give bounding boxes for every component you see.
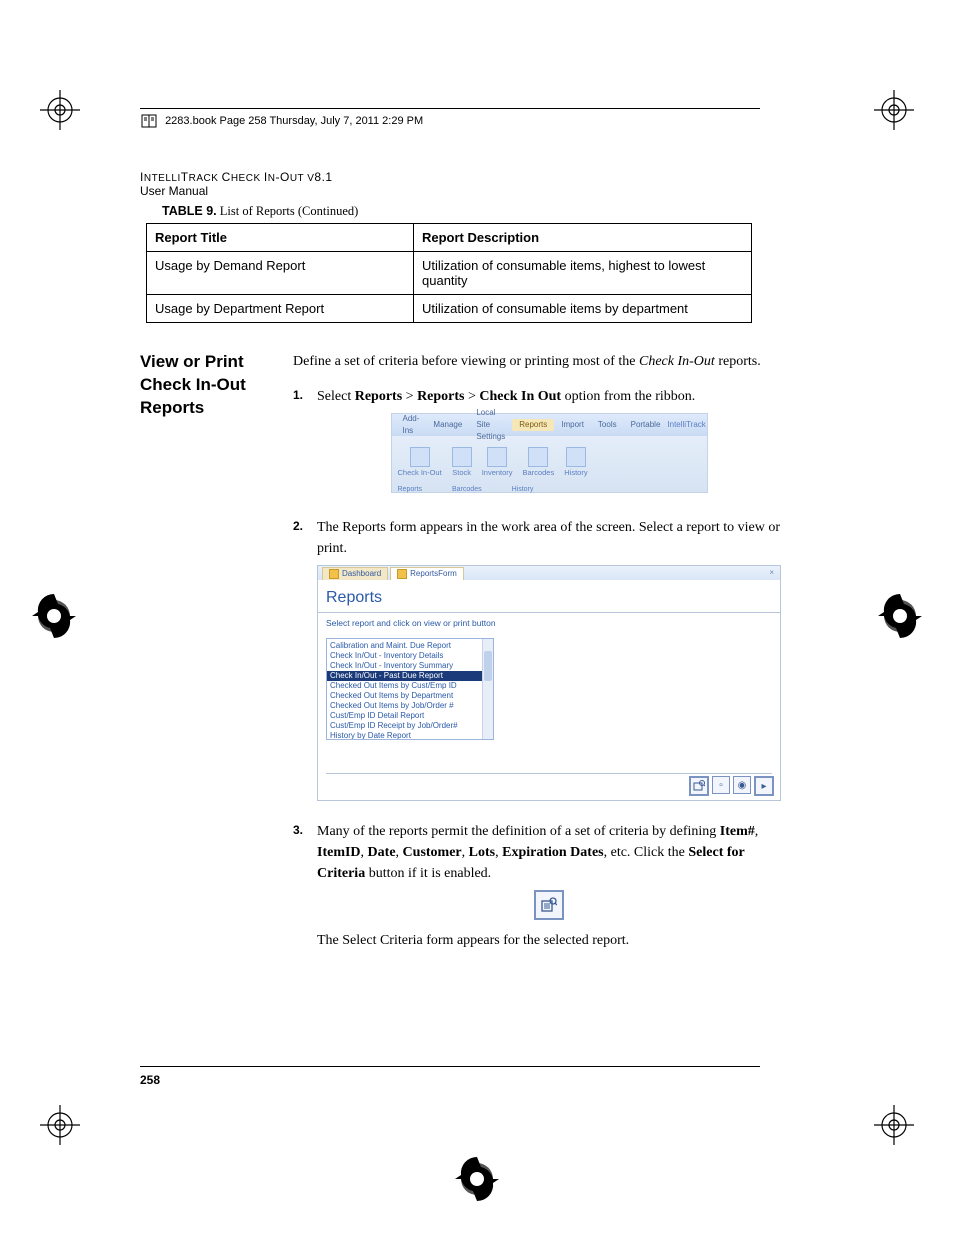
table-row: Usage by Demand Report Utilization of co… — [147, 252, 752, 295]
table-caption: TABLE 9. List of Reports (Continued) — [162, 204, 760, 219]
book-header-text: 2283.book Page 258 Thursday, July 7, 201… — [165, 115, 423, 127]
step-number: 2. — [293, 517, 307, 811]
list-item: Calibration and Maint. Due Report — [330, 641, 490, 651]
list-item: Cust/Emp ID Detail Report — [330, 711, 490, 721]
list-item: Checked Out Items by Department — [330, 691, 490, 701]
step-2-text: The Reports form appears in the work are… — [317, 520, 780, 556]
list-item: Checked Out Items by Cust/Emp ID — [330, 681, 490, 691]
tab-icon — [397, 569, 407, 579]
select-criteria-button-icon — [689, 776, 709, 796]
step-3-followup: The Select Criteria form appears for the… — [317, 930, 781, 951]
table-row: Usage by Department Report Utilization o… — [147, 295, 752, 323]
ribbon-tab: Tools — [591, 419, 624, 431]
ribbon-button: Inventory — [482, 447, 513, 477]
toolbar-button-icon: ▸ — [754, 776, 774, 796]
table-header-desc: Report Description — [414, 224, 752, 252]
book-header-line: 2283.book Page 258 Thursday, July 7, 201… — [140, 112, 760, 130]
registration-mark-icon — [28, 590, 80, 642]
ribbon-tab: Import — [554, 419, 591, 431]
ribbon-button: Stock — [452, 447, 472, 477]
form-tab-active: ReportsForm — [390, 567, 464, 580]
crop-mark-icon — [40, 90, 80, 130]
list-item: Checked Out Items by Job/Order # — [330, 701, 490, 711]
reports-form-screenshot: Dashboard ReportsForm × Reports Select r… — [317, 565, 781, 801]
book-icon — [140, 112, 158, 130]
intro-paragraph: Define a set of criteria before viewing … — [293, 351, 781, 372]
reports-table: Report Title Report Description Usage by… — [146, 223, 752, 323]
scrollbar — [482, 639, 493, 739]
ribbon-tab: Add-Ins — [396, 413, 427, 437]
product-title: INTELLITRACK CHECK IN-OUT V8.1 — [140, 170, 760, 184]
list-item: Check In/Out - Inventory Summary — [330, 661, 490, 671]
ribbon-screenshot: Add-Ins Manage Local Site Settings Repor… — [391, 413, 708, 493]
list-item-selected: Check In/Out - Past Due Report — [327, 671, 493, 681]
table-header-title: Report Title — [147, 224, 414, 252]
step-number: 3. — [293, 821, 307, 961]
registration-mark-icon — [874, 590, 926, 642]
select-criteria-icon — [534, 890, 564, 920]
step-3-text: Many of the reports permit the definitio… — [317, 824, 758, 881]
ribbon-brand: IntelliTrack — [667, 419, 711, 431]
toolbar-button-icon: ▫ — [712, 776, 730, 794]
ribbon-button: Barcodes — [523, 447, 555, 477]
form-tab: Dashboard — [322, 567, 388, 580]
form-instruction: Select report and click on view or print… — [318, 613, 780, 634]
ribbon-button: History — [564, 447, 587, 477]
ribbon-group-label: History — [512, 485, 534, 496]
toolbar-button-icon: ◉ — [733, 776, 751, 794]
ribbon-button: Check In-Out — [398, 447, 442, 477]
crop-mark-icon — [874, 1105, 914, 1145]
list-item: Cust/Emp ID Receipt by Job/Order# — [330, 721, 490, 731]
form-title: Reports — [318, 580, 780, 613]
step-number: 1. — [293, 386, 307, 507]
list-item: History by Date Report — [330, 731, 490, 740]
ribbon-tab: Local Site Settings — [469, 407, 512, 443]
close-icon: × — [763, 567, 780, 579]
list-item: Check In/Out - Inventory Details — [330, 651, 490, 661]
manual-label: User Manual — [140, 184, 760, 198]
tab-icon — [329, 569, 339, 579]
registration-mark-icon — [451, 1153, 503, 1205]
reports-listbox: Calibration and Maint. Due Report Check … — [326, 638, 494, 740]
ribbon-group-label: Barcodes — [452, 485, 482, 496]
crop-mark-icon — [874, 90, 914, 130]
crop-mark-icon — [40, 1105, 80, 1145]
ribbon-tab-active: Reports — [512, 419, 554, 431]
page-number: 258 — [140, 1066, 760, 1087]
ribbon-group-label: Reports — [398, 485, 423, 496]
section-heading: View or Print Check In-Out Reports — [140, 351, 275, 975]
ribbon-tab: Manage — [426, 419, 469, 431]
step-1-text: Select Reports > Reports > Check In Out … — [317, 389, 695, 404]
ribbon-tab: Portable — [624, 419, 668, 431]
